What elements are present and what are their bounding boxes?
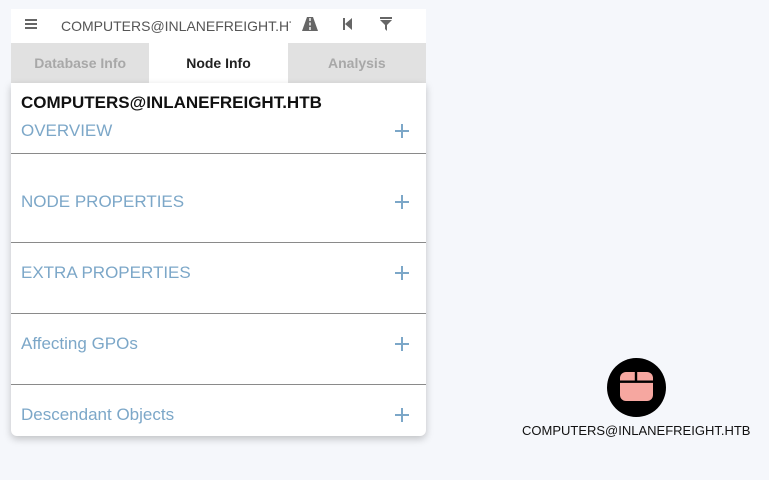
expand-plus-icon[interactable]: [394, 123, 410, 139]
tab-analysis[interactable]: Analysis: [287, 43, 426, 83]
tab-node-info[interactable]: Node Info: [149, 43, 288, 83]
filter-icon: [380, 16, 392, 36]
search-bar: [11, 9, 426, 43]
pathfinding-button[interactable]: [291, 9, 329, 43]
section-title: OVERVIEW: [21, 121, 113, 140]
expand-plus-icon[interactable]: [394, 336, 410, 352]
section-extra-properties[interactable]: EXTRA PROPERTIES: [11, 243, 426, 314]
section-title: Descendant Objects: [21, 405, 175, 424]
info-tabs: Database Info Node Info Analysis: [11, 43, 426, 83]
graph-node-label: COMPUTERS@INLANEFREIGHT.HTB: [522, 423, 751, 438]
section-title: NODE PROPERTIES: [21, 192, 185, 211]
section-title: EXTRA PROPERTIES: [21, 263, 191, 282]
expand-plus-icon[interactable]: [394, 407, 410, 423]
back-button[interactable]: [329, 9, 367, 43]
section-overview[interactable]: OVERVIEW: [11, 83, 426, 154]
node-search-input[interactable]: [51, 9, 291, 43]
expand-plus-icon[interactable]: [394, 265, 410, 281]
section-title: Affecting GPOs: [21, 334, 138, 353]
section-node-properties[interactable]: NODE PROPERTIES: [11, 172, 426, 243]
step-backward-icon: [343, 17, 353, 35]
container-box-icon: [620, 372, 653, 401]
node-info-panel[interactable]: COMPUTERS@INLANEFREIGHT.HTB OVERVIEW NOD…: [11, 83, 426, 436]
section-descendant-objects[interactable]: Descendant Objects: [11, 385, 426, 436]
hamburger-menu-icon: [25, 17, 37, 35]
expand-plus-icon[interactable]: [394, 194, 410, 210]
menu-button[interactable]: [11, 9, 51, 43]
tab-database-info[interactable]: Database Info: [11, 43, 150, 83]
filter-button[interactable]: [367, 9, 405, 43]
section-affecting-gpos[interactable]: Affecting GPOs: [11, 314, 426, 385]
graph-node-container[interactable]: [607, 358, 666, 417]
bloodhound-canvas[interactable]: Database Info Node Info Analysis COMPUTE…: [0, 0, 769, 480]
road-icon: [302, 16, 318, 36]
